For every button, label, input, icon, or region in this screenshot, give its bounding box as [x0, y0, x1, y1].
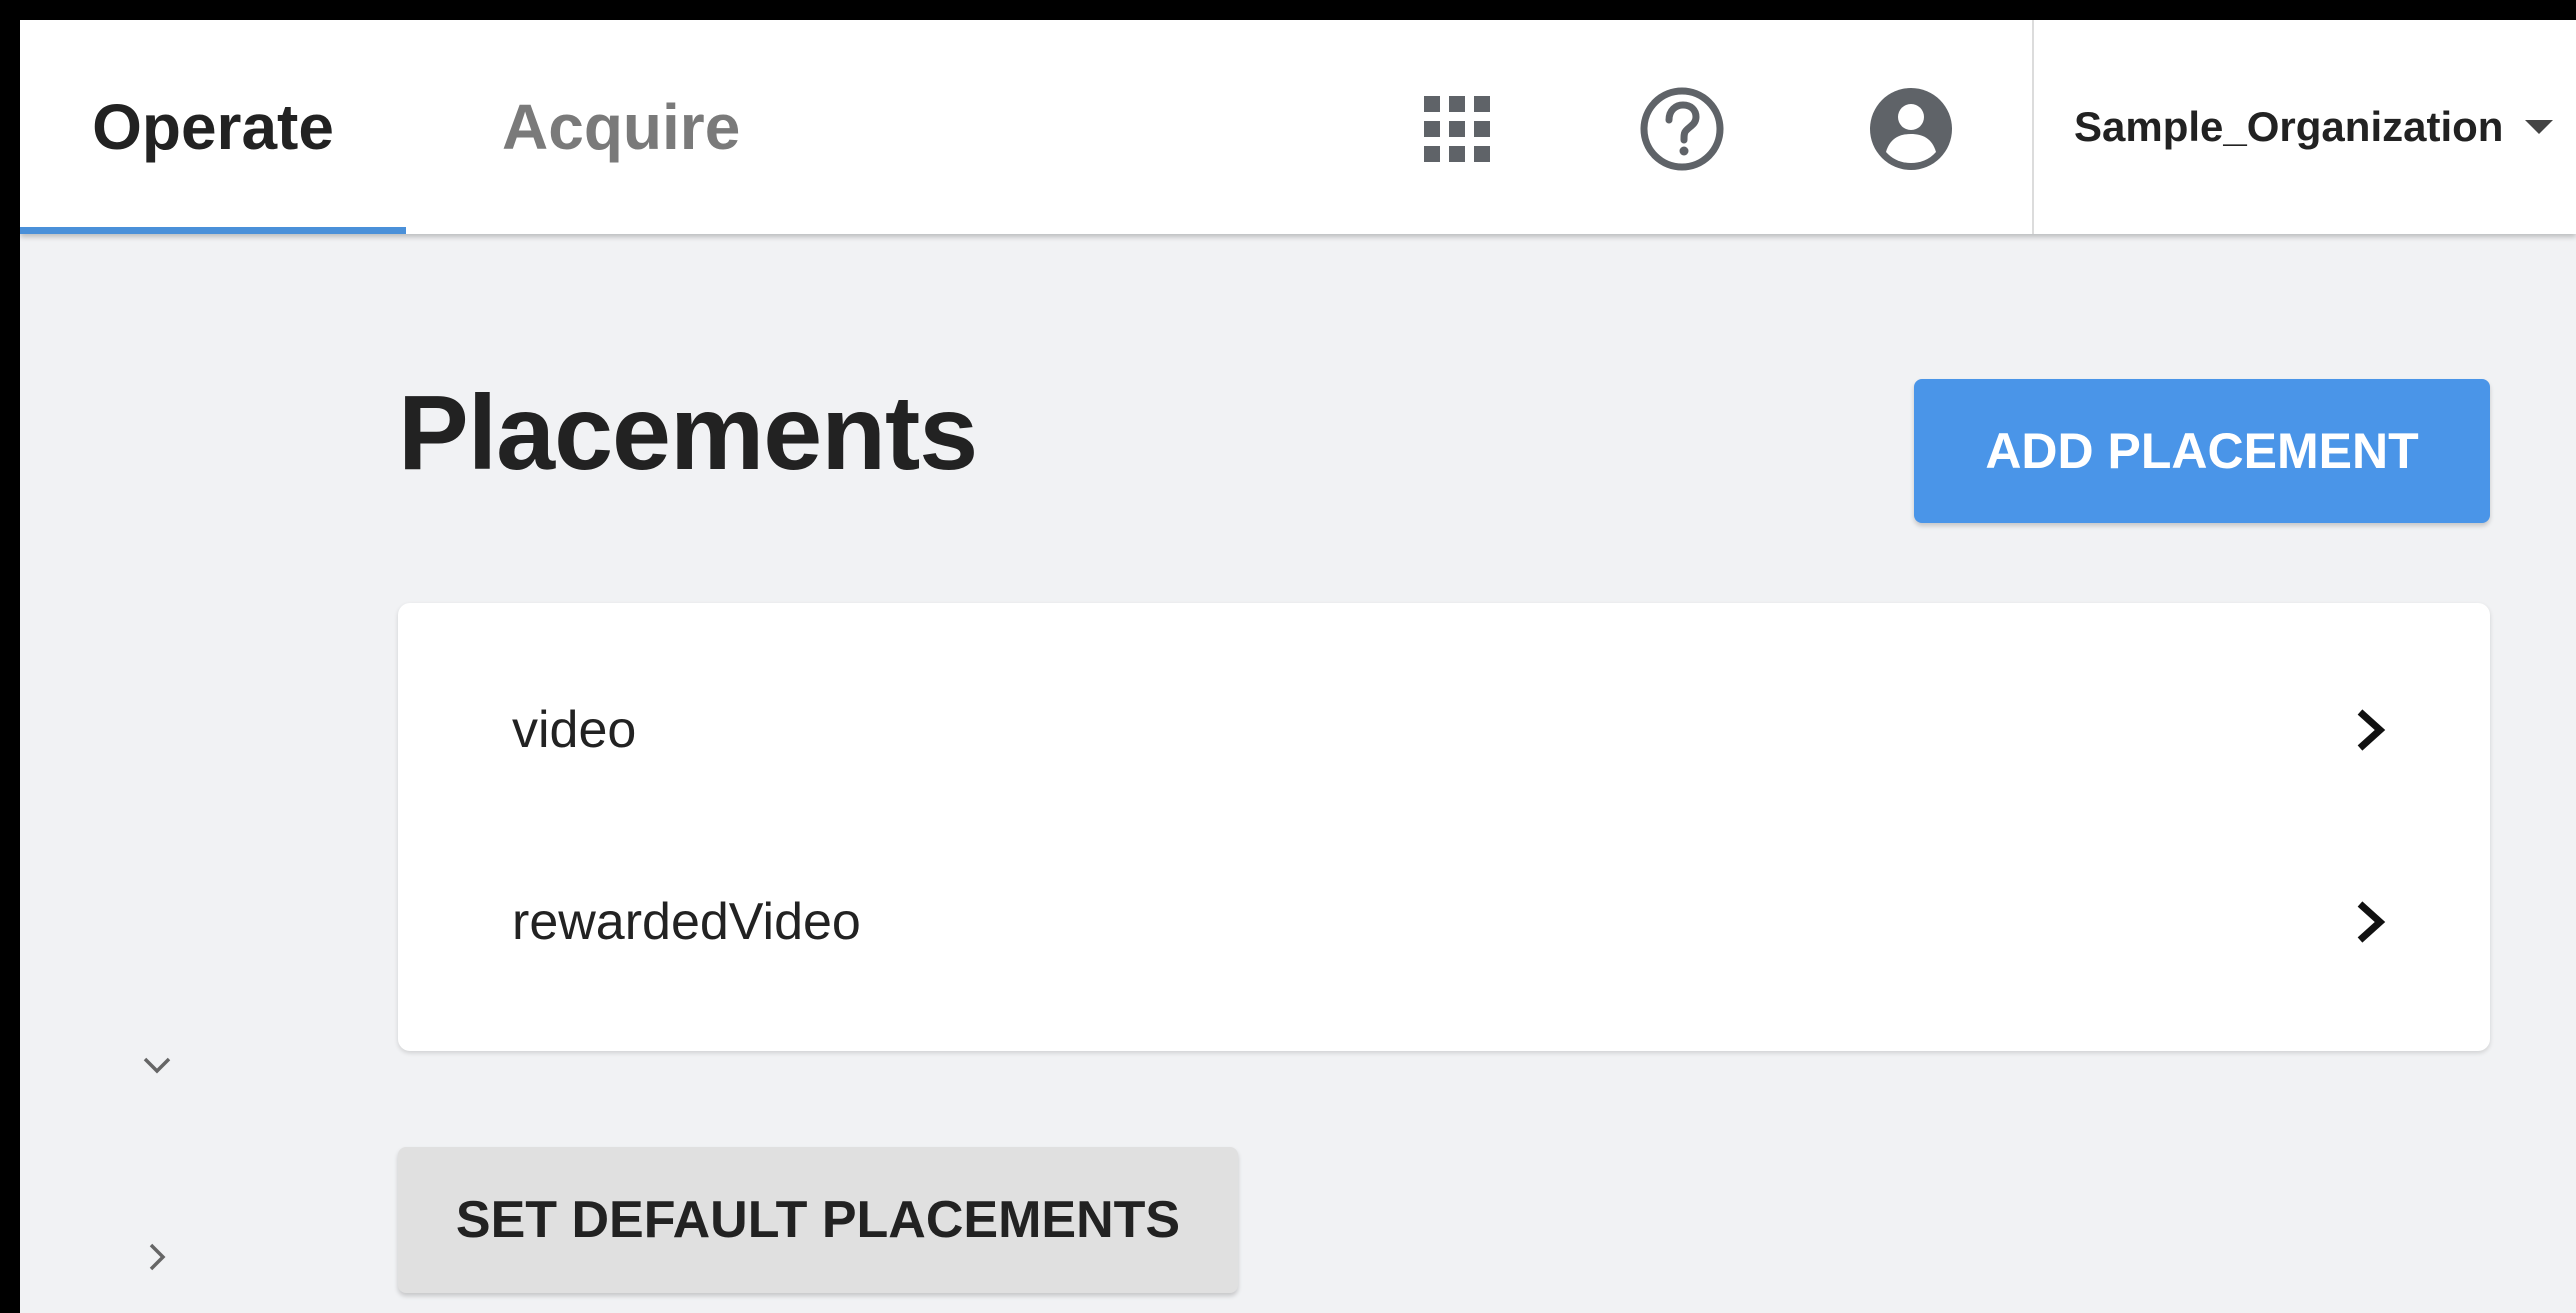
active-tab-indicator: [20, 227, 406, 234]
placement-name: rewardedVideo: [512, 893, 861, 951]
tab-acquire[interactable]: Acquire: [406, 20, 876, 234]
app-frame: Operate Acquire Sample_Organization Plac…: [20, 20, 2576, 1313]
placements-list: video rewardedVideo: [398, 603, 2490, 1051]
organization-name: Sample_Organization: [2074, 103, 2504, 150]
account-button[interactable]: [1866, 84, 1956, 174]
sidebar-expand-button[interactable]: [132, 1040, 182, 1090]
chevron-right-icon: [2346, 700, 2396, 760]
list-item[interactable]: video: [398, 635, 2490, 825]
help-button[interactable]: [1637, 84, 1727, 174]
page-title: Placements: [398, 374, 978, 492]
account-icon: [1870, 88, 1952, 170]
apps-grid-button[interactable]: [1412, 84, 1502, 174]
set-default-placements-button[interactable]: SET DEFAULT PLACEMENTS: [398, 1147, 1238, 1293]
add-placement-button[interactable]: ADD PLACEMENT: [1914, 379, 2490, 523]
chevron-down-icon: [143, 1057, 171, 1074]
sidebar-collapse-button[interactable]: [132, 1232, 182, 1282]
tab-operate-label: Operate: [92, 91, 334, 163]
list-item[interactable]: rewardedVideo: [398, 827, 2490, 1017]
tab-acquire-label: Acquire: [502, 91, 741, 163]
chevron-right-icon: [149, 1243, 166, 1271]
top-navigation-bar: Operate Acquire Sample_Organization: [20, 20, 2576, 234]
apps-grid-icon: [1424, 96, 1490, 162]
header-divider: [2032, 20, 2034, 234]
organization-selector[interactable]: Sample_Organization: [2074, 20, 2554, 234]
placement-name: video: [512, 701, 637, 759]
caret-down-icon: [2525, 120, 2554, 134]
help-icon: [1640, 87, 1724, 171]
chevron-right-icon: [2346, 892, 2396, 952]
tab-operate[interactable]: Operate: [20, 20, 406, 234]
